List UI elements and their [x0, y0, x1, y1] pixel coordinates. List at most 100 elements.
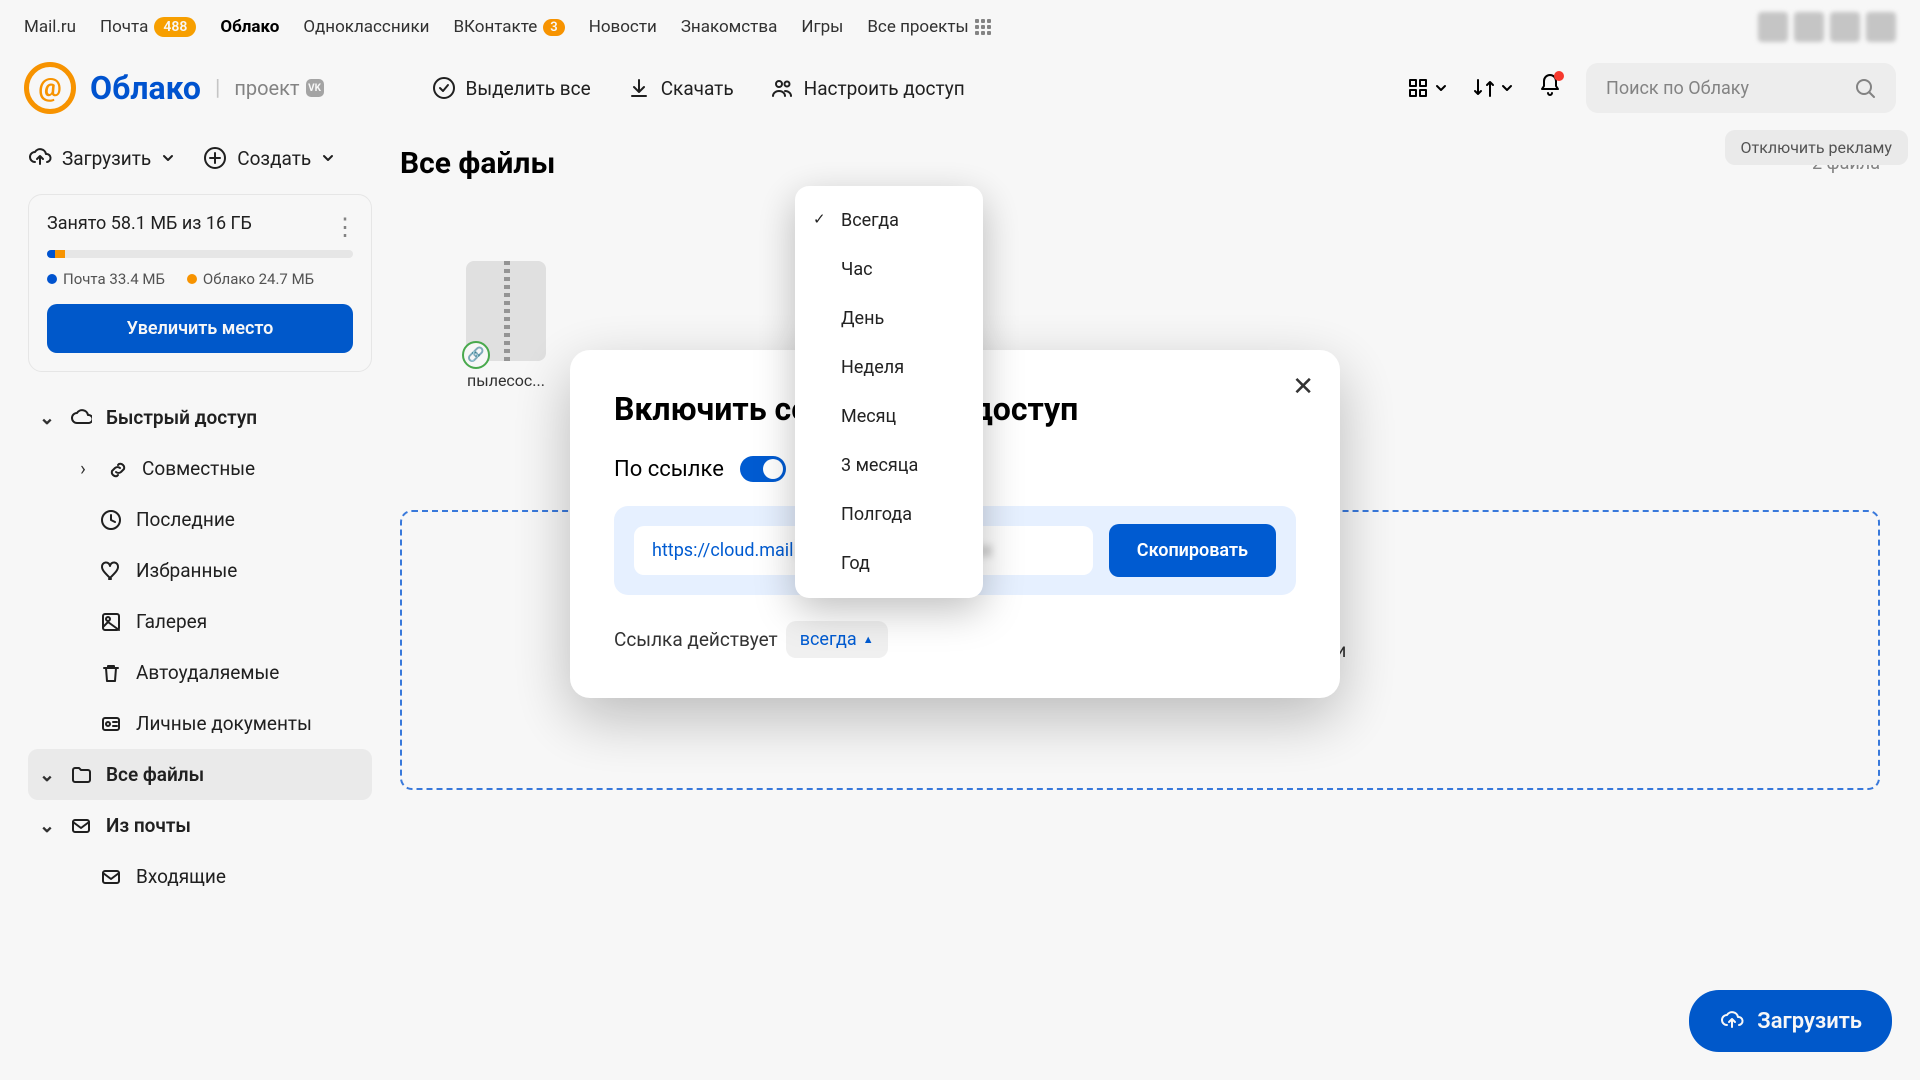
- dropdown-option-halfyear[interactable]: Полгода: [795, 490, 983, 539]
- dropdown-option-hour[interactable]: Час: [795, 245, 983, 294]
- app-header: @ Облако | проектVK Выделить все Скачать…: [0, 54, 1920, 134]
- file-item[interactable]: 🔗 пылесос...: [456, 261, 556, 390]
- avatar: [1794, 12, 1824, 42]
- sidebar-item-docs[interactable]: Личные документы: [28, 698, 372, 749]
- folder-icon: [70, 764, 92, 786]
- upload-cloud-icon: [28, 146, 52, 170]
- cloud-icon: [70, 407, 92, 429]
- avatar: [1866, 12, 1896, 42]
- sidebar-item-label: Избранные: [136, 559, 237, 582]
- nav-ok[interactable]: Одноклассники: [303, 17, 429, 37]
- dropdown-option-day[interactable]: День: [795, 294, 983, 343]
- nav-mail[interactable]: Почта 488: [100, 17, 196, 37]
- download-button[interactable]: Скачать: [627, 76, 734, 100]
- chevron-down-icon: ⌄: [38, 814, 56, 837]
- sidebar-item-label: Последние: [136, 508, 235, 531]
- sidebar-item-from-mail[interactable]: ⌄ Из почты: [28, 800, 372, 851]
- storage-more-button[interactable]: ⋮: [333, 213, 357, 241]
- storage-bar: [47, 250, 353, 258]
- sidebar-item-inbox[interactable]: Входящие: [28, 851, 372, 902]
- sort-icon: [1472, 76, 1496, 100]
- disable-ads-button[interactable]: Отключить рекламу: [1725, 130, 1908, 165]
- search-input[interactable]: Поиск по Облаку: [1586, 63, 1896, 113]
- nav-games[interactable]: Игры: [801, 17, 843, 37]
- expiry-dropdown: Всегда Час День Неделя Месяц 3 месяца По…: [795, 186, 983, 598]
- chevron-down-icon: [1434, 81, 1448, 95]
- vk-icon: VK: [306, 79, 324, 97]
- view-button[interactable]: [1406, 76, 1448, 100]
- inbox-icon: [100, 866, 122, 888]
- select-all-button[interactable]: Выделить все: [432, 76, 591, 100]
- expiry-value: всегда: [800, 629, 857, 650]
- nav-vk[interactable]: ВКонтакте3: [453, 17, 564, 37]
- sort-button[interactable]: [1472, 76, 1514, 100]
- clock-icon: [100, 509, 122, 531]
- nav-mail-label: Почта: [100, 17, 148, 37]
- nav-all-projects[interactable]: Все проекты: [867, 17, 990, 37]
- dropdown-option-month[interactable]: Месяц: [795, 392, 983, 441]
- sidebar-item-quick-access[interactable]: ⌄ Быстрый доступ: [28, 392, 372, 443]
- nav-dating[interactable]: Знакомства: [681, 17, 778, 37]
- search-placeholder: Поиск по Облаку: [1606, 78, 1749, 99]
- copy-button[interactable]: Скопировать: [1109, 524, 1276, 577]
- dropdown-option-always[interactable]: Всегда: [795, 196, 983, 245]
- link-toggle[interactable]: [740, 456, 786, 482]
- nav-news[interactable]: Новости: [589, 17, 657, 37]
- chevron-down-icon: ⌄: [38, 406, 56, 429]
- nav-all-projects-label: Все проекты: [867, 17, 968, 37]
- notification-dot: [1554, 71, 1564, 81]
- download-icon: [627, 76, 651, 100]
- grid-icon: [1406, 76, 1430, 100]
- notifications-button[interactable]: [1538, 73, 1562, 103]
- file-name: пылесос...: [456, 371, 556, 390]
- sidebar-item-label: Быстрый доступ: [106, 406, 257, 429]
- sidebar-item-shared[interactable]: ›Совместные: [28, 443, 372, 494]
- storage-card: Занято 58.1 МБ из 16 ГБ ⋮ Почта 33.4 МБ …: [28, 194, 372, 372]
- apps-grid-icon: [975, 19, 991, 35]
- logo[interactable]: @ Облако | проектVK: [24, 62, 324, 114]
- chevron-down-icon: ⌄: [38, 763, 56, 786]
- close-button[interactable]: ✕: [1292, 372, 1314, 402]
- shared-link-icon: 🔗: [462, 341, 490, 369]
- share-label: Настроить доступ: [804, 77, 965, 100]
- legend-mail: Почта 33.4 МБ: [47, 270, 165, 288]
- sidebar-item-gallery[interactable]: Галерея: [28, 596, 372, 647]
- storage-title: Занято 58.1 МБ из 16 ГБ: [47, 213, 353, 234]
- dropdown-option-3months[interactable]: 3 месяца: [795, 441, 983, 490]
- sidebar-item-favorites[interactable]: Избранные: [28, 545, 372, 596]
- upload-fab[interactable]: Загрузить: [1689, 990, 1892, 1052]
- expiry-select[interactable]: всегда▲: [786, 621, 888, 658]
- avatar: [1830, 12, 1860, 42]
- dropdown-option-year[interactable]: Год: [795, 539, 983, 588]
- download-label: Скачать: [661, 77, 734, 100]
- nav-vk-label: ВКонтакте: [453, 17, 537, 37]
- sidebar-item-label: Из почты: [106, 814, 191, 837]
- sidebar-item-all-files[interactable]: ⌄Все файлы: [28, 749, 372, 800]
- id-icon: [100, 713, 122, 735]
- topbar-avatars[interactable]: [1758, 12, 1896, 42]
- nav-cloud[interactable]: Облако: [220, 17, 279, 37]
- image-icon: [100, 611, 122, 633]
- sidebar-item-label: Личные документы: [136, 712, 312, 735]
- select-all-label: Выделить все: [466, 77, 591, 100]
- chevron-down-icon: [161, 151, 175, 165]
- mail-badge: 488: [154, 17, 196, 37]
- search-icon: [1854, 77, 1876, 99]
- top-nav: Mail.ru Почта 488 Облако Одноклассники ВК…: [0, 0, 1920, 54]
- check-circle-icon: [432, 76, 456, 100]
- share-button[interactable]: Настроить доступ: [770, 76, 965, 100]
- dropdown-option-week[interactable]: Неделя: [795, 343, 983, 392]
- sidebar-item-autodelete[interactable]: Автоудаляемые: [28, 647, 372, 698]
- chevron-right-icon: ›: [74, 457, 92, 480]
- sidebar-item-label: Галерея: [136, 610, 207, 633]
- sidebar-item-recent[interactable]: Последние: [28, 494, 372, 545]
- upgrade-button[interactable]: Увеличить место: [47, 304, 353, 353]
- chevron-down-icon: [1500, 81, 1514, 95]
- logo-text: Облако: [90, 69, 201, 107]
- nav-mailru[interactable]: Mail.ru: [24, 17, 76, 37]
- expiry-label: Ссылка действует: [614, 628, 778, 651]
- upload-button[interactable]: Загрузить: [28, 146, 175, 170]
- file-thumb-zip: 🔗: [466, 261, 546, 361]
- create-button[interactable]: Создать: [203, 146, 335, 170]
- upload-fab-label: Загрузить: [1757, 1009, 1862, 1034]
